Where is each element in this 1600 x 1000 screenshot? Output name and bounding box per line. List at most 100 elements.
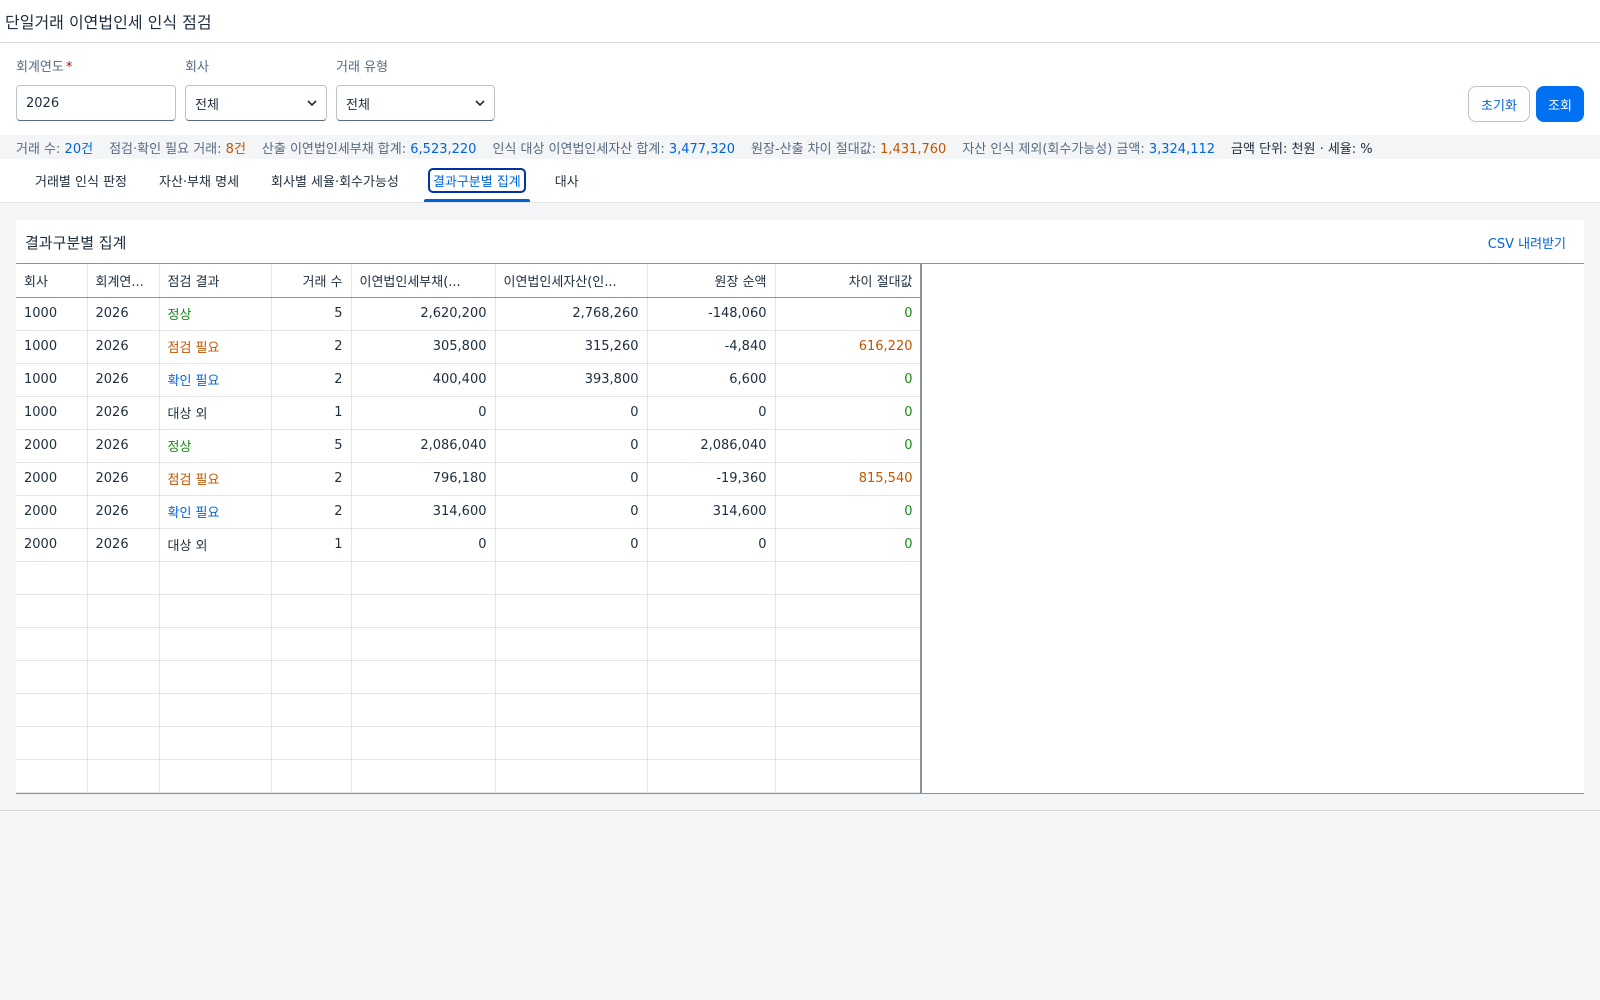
- year-label: 회계연도: [16, 60, 64, 75]
- cell-asset: 0: [495, 528, 648, 562]
- empty-cell: [775, 627, 922, 661]
- company-select[interactable]: 전체: [185, 85, 327, 121]
- empty-row: [16, 627, 922, 661]
- empty-cell: [271, 726, 352, 760]
- cell-ledger-net: -148,060: [647, 297, 776, 331]
- cell-asset: 315,260: [495, 330, 648, 364]
- cell-company: 2000: [16, 528, 88, 562]
- tab-bar: 거래별 인식 판정 자산·부채 명세 회사별 세율·회수가능성 결과구분별 집계…: [0, 159, 1600, 203]
- cell-count: 5: [271, 429, 352, 463]
- cell-count: 5: [271, 297, 352, 331]
- check-needed-count: 8건: [225, 141, 246, 157]
- summary-bar: 거래 수: 20건 점검·확인 필요 거래: 8건 산출 이연법인세부채 합계:…: [0, 135, 1600, 159]
- col-header[interactable]: 이연법인세부채(...: [351, 264, 496, 298]
- empty-cell: [16, 561, 88, 595]
- search-button[interactable]: 조회: [1536, 86, 1584, 122]
- year-input[interactable]: 2026: [16, 85, 176, 121]
- empty-cell: [87, 594, 160, 628]
- table-row[interactable]: 2000 2026 정상 5 2,086,040 0 2,086,040 0: [16, 429, 922, 463]
- col-header[interactable]: 회사: [16, 264, 88, 298]
- tab-company-rates[interactable]: 회사별 세율·회수가능성: [255, 159, 415, 202]
- cell-diff-abs: 616,220: [775, 330, 922, 364]
- chevron-down-icon: [307, 100, 317, 107]
- cell-company: 2000: [16, 462, 88, 496]
- table-row[interactable]: 2000 2026 대상 외10000: [16, 528, 922, 562]
- cell-asset: 0: [495, 462, 648, 496]
- cell-diff-abs: 0: [775, 528, 922, 562]
- table-row[interactable]: 1000 2026 대상 외10000: [16, 396, 922, 430]
- cell-result: 확인 필요: [159, 363, 272, 397]
- cell-count: 2: [271, 330, 352, 364]
- table-row[interactable]: 1000 2026 정상 5 2,620,200 2,768,260 -148,060 0: [16, 297, 922, 331]
- col-header[interactable]: 원장 순액: [647, 264, 776, 298]
- cell-liability: 2,620,200: [351, 297, 496, 331]
- table-header-row: 회사 회계연... 점검 결과 거래 수 이연법인세부채(... 이연법인세자산…: [16, 264, 922, 298]
- table-row[interactable]: 2000 2026 확인 필요 2 314,600 0 314,600 0: [16, 495, 922, 529]
- csv-download-link[interactable]: CSV 내려받기: [1488, 233, 1566, 252]
- table-row[interactable]: 2000 2026 점검 필요 2 796,180 0 -19,360 815,540: [16, 462, 922, 496]
- required-mark: *: [65, 60, 73, 75]
- tab-result-summary[interactable]: 결과구분별 집계: [415, 159, 539, 202]
- empty-cell: [159, 660, 272, 694]
- empty-cell: [87, 726, 160, 760]
- empty-cell: [159, 561, 272, 595]
- table-row[interactable]: 1000 2026 점검 필요 2 305,800 315,260 -4,840 616,22…: [16, 330, 922, 364]
- empty-cell: [495, 594, 648, 628]
- cell-year: 2026: [87, 495, 160, 529]
- tab-asset-liability[interactable]: 자산·부채 명세: [143, 159, 255, 202]
- empty-cell: [351, 660, 496, 694]
- empty-cell: [271, 759, 352, 793]
- cell-liability: 305,800: [351, 330, 496, 364]
- reset-button[interactable]: 초기화: [1468, 86, 1530, 122]
- empty-row: [16, 561, 922, 595]
- table-row[interactable]: 1000 2026 확인 필요 2 400,400 393,800 6,600 0: [16, 363, 922, 397]
- col-header[interactable]: 차이 절대값: [775, 264, 922, 298]
- col-header[interactable]: 회계연...: [87, 264, 160, 298]
- tab-transaction-judgement[interactable]: 거래별 인식 판정: [19, 159, 143, 202]
- asset-total: 3,477,320: [668, 141, 736, 157]
- cell-liability: 0: [351, 528, 496, 562]
- empty-cell: [159, 693, 272, 727]
- empty-cell: [87, 627, 160, 661]
- cell-asset: 0: [495, 429, 648, 463]
- chevron-down-icon: [475, 100, 485, 107]
- empty-cell: [775, 660, 922, 694]
- cell-liability: 400,400: [351, 363, 496, 397]
- filter-company: 회사 전체: [185, 58, 327, 121]
- empty-cell: [351, 693, 496, 727]
- tab-reconciliation[interactable]: 대사: [539, 159, 595, 202]
- cell-ledger-net: -19,360: [647, 462, 776, 496]
- txn-count-label: 거래 수:: [16, 141, 61, 157]
- empty-row: [16, 660, 922, 694]
- cell-result: 정상: [159, 429, 272, 463]
- empty-cell: [647, 561, 776, 595]
- txn-count: 20건: [64, 141, 94, 157]
- empty-cell: [495, 726, 648, 760]
- cell-result: 대상 외: [159, 528, 272, 562]
- empty-cell: [87, 759, 160, 793]
- col-header[interactable]: 이연법인세자산(인...: [495, 264, 648, 298]
- cell-ledger-net: -4,840: [647, 330, 776, 364]
- cell-diff-abs: 0: [775, 363, 922, 397]
- empty-cell: [159, 594, 272, 628]
- type-label: 거래 유형: [336, 60, 388, 75]
- cell-ledger-net: 0: [647, 396, 776, 430]
- cell-result: 점검 필요: [159, 330, 272, 364]
- empty-cell: [647, 660, 776, 694]
- empty-cell: [775, 594, 922, 628]
- empty-cell: [351, 726, 496, 760]
- type-select[interactable]: 전체: [336, 85, 495, 121]
- empty-cell: [775, 759, 922, 793]
- cell-ledger-net: 6,600: [647, 363, 776, 397]
- cell-year: 2026: [87, 462, 160, 496]
- col-header[interactable]: 거래 수: [271, 264, 352, 298]
- cell-year: 2026: [87, 363, 160, 397]
- col-header[interactable]: 점검 결과: [159, 264, 272, 298]
- cell-year: 2026: [87, 330, 160, 364]
- empty-cell: [159, 759, 272, 793]
- empty-cell: [159, 726, 272, 760]
- diff-abs-label: 원장-산출 차이 절대값:: [751, 141, 876, 157]
- cell-diff-abs: 0: [775, 429, 922, 463]
- cell-company: 1000: [16, 396, 88, 430]
- empty-cell: [351, 594, 496, 628]
